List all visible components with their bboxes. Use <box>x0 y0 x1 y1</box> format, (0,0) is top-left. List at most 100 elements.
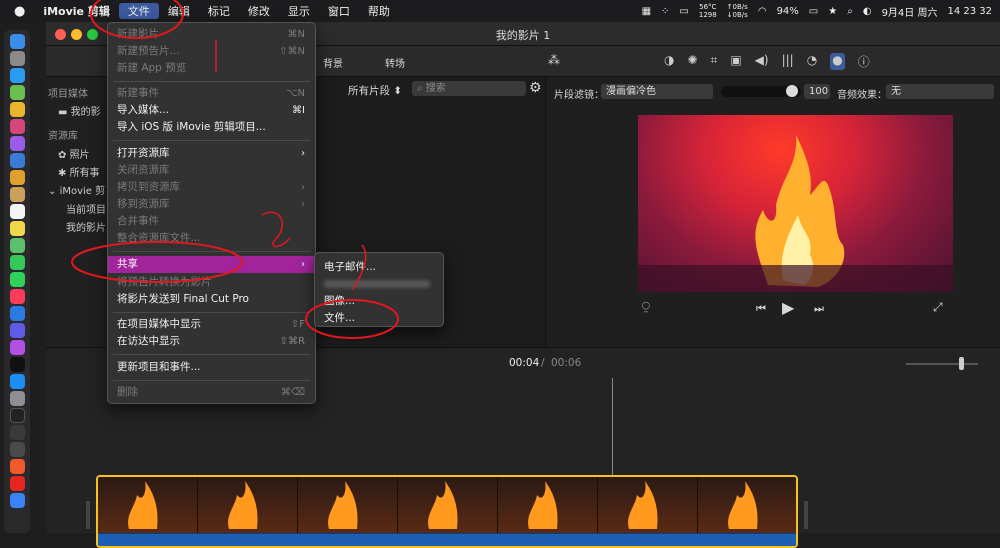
tv-icon[interactable] <box>9 357 25 372</box>
app-icon[interactable] <box>9 187 25 202</box>
menu-item-send-fcp[interactable]: 将影片发送到 Final Cut Pro <box>108 291 315 308</box>
menu-item-convert-trailer[interactable]: 将预告片转换为影片 <box>108 274 315 291</box>
share-image[interactable]: 图像... <box>324 293 355 308</box>
microphone-icon[interactable]: ⍜ <box>642 299 650 314</box>
date-text[interactable]: 9月4日 周六 <box>882 4 938 19</box>
volume-icon[interactable]: ◀) <box>755 53 769 70</box>
tab-background[interactable]: 背景 <box>323 55 343 70</box>
redacted-item[interactable] <box>324 280 430 288</box>
color-balance-icon[interactable]: ◑ <box>664 53 674 70</box>
sidebar-item-imovie-library[interactable]: ⌄ iMovie 剪 <box>48 182 105 197</box>
menu-item-delete[interactable]: 删除 ⌘⌫ <box>108 384 315 401</box>
stabilization-icon[interactable]: ▣ <box>730 53 741 70</box>
menu-item-move-to-library[interactable]: 移到资源库 › <box>108 196 315 213</box>
menu-item-close-library[interactable]: 关闭资源库 <box>108 162 315 179</box>
control-center-icon[interactable]: ◐ <box>863 6 872 17</box>
sidebar-item-current-project[interactable]: 当前项目 <box>66 201 106 216</box>
filter-icon[interactable]: ● <box>830 53 845 70</box>
app-icon[interactable] <box>9 153 25 168</box>
menu-item-consolidate[interactable]: 整合资源库文件... <box>108 230 315 247</box>
menu-item-open-library[interactable]: 打开资源库 › <box>108 145 315 162</box>
menu-modify[interactable]: 修改 <box>239 3 279 19</box>
yandex-icon[interactable] <box>9 476 25 491</box>
clip-filter-select[interactable]: 所有片段 ⬍ <box>348 83 402 98</box>
menu-item-merge-events[interactable]: 合并事件 <box>108 213 315 230</box>
music-icon[interactable] <box>9 289 25 304</box>
chevron-down-icon[interactable]: ⌄ <box>48 186 60 197</box>
wifi-icon[interactable]: ◠ <box>758 6 767 17</box>
info-icon[interactable]: ⓘ <box>858 53 870 70</box>
menu-item-new-movie[interactable]: 新建影片 ⌘N <box>108 26 315 43</box>
tab-transitions[interactable]: 转场 <box>385 55 405 70</box>
clip-handle-left[interactable] <box>86 501 90 529</box>
share-file[interactable]: 文件... <box>324 310 355 325</box>
menu-item-import-media[interactable]: 导入媒体... ⌘I <box>108 102 315 119</box>
color-palette-icon[interactable]: ✺ <box>687 53 697 70</box>
terminal-icon[interactable] <box>9 408 25 423</box>
zoom-slider-knob[interactable] <box>959 357 964 370</box>
app-icon[interactable] <box>9 493 25 508</box>
clip-handle-right[interactable] <box>804 501 808 529</box>
menu-item-new-app-preview[interactable]: 新建 App 预览 <box>108 60 315 77</box>
skip-back-icon[interactable]: ⏮ <box>756 302 766 316</box>
menu-item-import-ios[interactable]: 导入 iOS 版 iMovie 剪辑项目... <box>108 119 315 136</box>
sidebar-item-photos[interactable]: ✿ 照片 <box>58 146 90 161</box>
menu-help[interactable]: 帮助 <box>359 3 399 19</box>
net-stats[interactable]: ↑0B/s ↓0B/s <box>727 3 748 19</box>
star-icon[interactable]: ★ <box>828 6 837 17</box>
clip-filter-button[interactable]: 漫画偏冷色 <box>601 84 713 99</box>
app-icon[interactable] <box>9 425 25 440</box>
fullscreen-icon[interactable]: ⤢ <box>933 300 943 315</box>
menu-item-reveal-project[interactable]: 在项目媒体中显示 ⇧F <box>108 316 315 333</box>
audio-waveform[interactable] <box>98 533 796 546</box>
time-text[interactable]: 14 23 32 <box>947 6 992 17</box>
app-icon[interactable] <box>9 323 25 338</box>
menu-item-new-event[interactable]: 新建事件 ⌥N <box>108 85 315 102</box>
safari-icon[interactable] <box>9 68 25 83</box>
settings-icon[interactable] <box>9 391 25 406</box>
sidebar-item-my-movie-event[interactable]: 我的影片 <box>66 219 106 234</box>
search-icon[interactable]: ⌕ <box>847 6 853 17</box>
app-menu[interactable]: iMovie 剪辑 <box>34 3 119 19</box>
menu-item-copy-to-library[interactable]: 拷贝到资源库 › <box>108 179 315 196</box>
menu-item-new-trailer[interactable]: 新建预告片... ⇧⌘N <box>108 43 315 60</box>
menu-view[interactable]: 显示 <box>279 3 319 19</box>
menu-item-share[interactable]: 共享 › <box>108 256 315 273</box>
share-email[interactable]: 电子邮件... <box>324 259 376 274</box>
intensity-slider-knob[interactable] <box>786 85 798 97</box>
finder-icon[interactable] <box>9 34 25 49</box>
podcasts-icon[interactable] <box>9 340 25 355</box>
app-icon[interactable] <box>9 136 25 151</box>
skip-forward-icon[interactable]: ⏭ <box>814 302 824 316</box>
menu-file[interactable]: 文件 <box>118 3 159 19</box>
settings-gear-icon[interactable]: ⚙ <box>529 80 542 96</box>
facetime-icon[interactable] <box>9 255 25 270</box>
appstore-icon[interactable] <box>9 374 25 389</box>
messages-icon[interactable] <box>9 272 25 287</box>
brave-icon[interactable] <box>9 459 25 474</box>
photos-icon[interactable] <box>9 119 25 134</box>
menu-item-update[interactable]: 更新项目和事件... <box>108 359 315 376</box>
menu-edit[interactable]: 编辑 <box>159 3 199 19</box>
video-clip[interactable] <box>96 475 798 548</box>
grid-icon[interactable]: ▦ <box>642 6 651 17</box>
maps-icon[interactable] <box>9 238 25 253</box>
app-icon[interactable] <box>9 170 25 185</box>
sidebar-item-all-events[interactable]: ✱ 所有事 <box>58 164 100 179</box>
magic-wand-icon[interactable]: ⁂ <box>548 53 560 67</box>
equalizer-icon[interactable]: ||| <box>782 53 794 70</box>
cpu-stats[interactable]: 56°C 1298 <box>699 3 717 19</box>
chrome-icon[interactable] <box>9 102 25 117</box>
notes-icon[interactable] <box>9 221 25 236</box>
crop-icon[interactable]: ⌗ <box>711 53 718 70</box>
calendar-icon[interactable] <box>9 204 25 219</box>
dots-icon[interactable]: ⁘ <box>661 6 669 17</box>
android-icon[interactable] <box>9 85 25 100</box>
intensity-value[interactable]: 100 <box>804 84 830 99</box>
apple-menu-icon[interactable]: ● <box>0 4 34 19</box>
sidebar-item-my-movie[interactable]: ▬ 我的影 <box>58 103 101 118</box>
menu-item-reveal-finder[interactable]: 在访达中显示 ⇧⌘R <box>108 333 315 350</box>
search-input[interactable]: ⌕ 搜索 <box>412 81 526 96</box>
play-icon[interactable]: ▶ <box>782 298 794 317</box>
zoom-slider[interactable] <box>906 363 978 365</box>
